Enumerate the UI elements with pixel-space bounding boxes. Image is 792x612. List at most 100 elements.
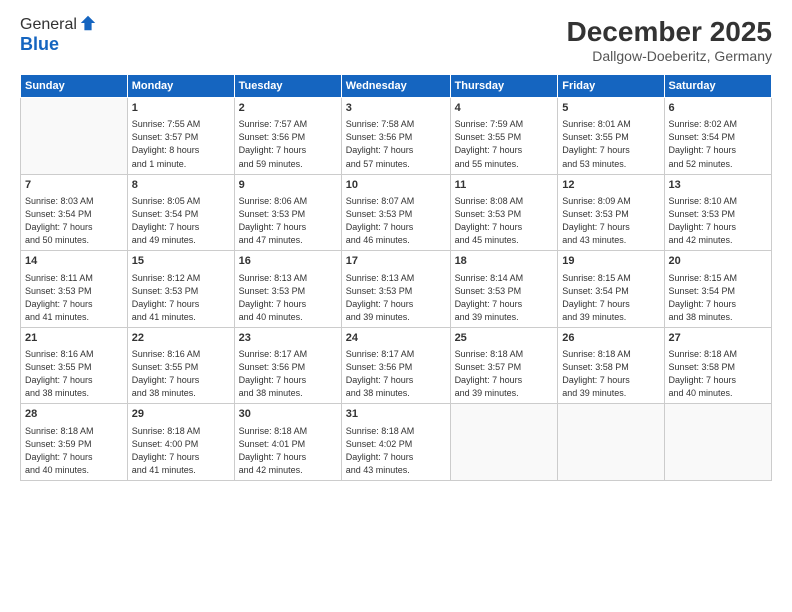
calendar-cell: 5 Sunrise: 8:01 AMSunset: 3:55 PMDaylight… [558,98,664,175]
day-info: Sunrise: 7:58 AMSunset: 3:56 PMDaylight:… [346,118,446,170]
day-info: Sunrise: 8:13 AMSunset: 3:53 PMDaylight:… [346,272,446,324]
day-number: 13 [669,178,767,193]
calendar-week-5: 28 Sunrise: 8:18 AMSunset: 3:59 PMDayligh… [21,404,772,481]
day-info: Sunrise: 8:15 AMSunset: 3:54 PMDaylight:… [669,272,767,324]
day-info: Sunrise: 8:09 AMSunset: 3:53 PMDaylight:… [562,195,659,247]
calendar-cell: 18 Sunrise: 8:14 AMSunset: 3:53 PMDayligh… [450,251,558,328]
day-number: 10 [346,178,446,193]
day-info: Sunrise: 7:59 AMSunset: 3:55 PMDaylight:… [455,118,554,170]
day-number: 25 [455,331,554,346]
calendar-cell: 19 Sunrise: 8:15 AMSunset: 3:54 PMDayligh… [558,251,664,328]
day-number: 15 [132,254,230,269]
day-info: Sunrise: 8:13 AMSunset: 3:53 PMDaylight:… [239,272,337,324]
calendar-cell [664,404,771,481]
day-number: 23 [239,331,337,346]
day-info: Sunrise: 8:18 AMSunset: 3:57 PMDaylight:… [455,348,554,400]
location-subtitle: Dallgow-Doeberitz, Germany [567,48,772,64]
th-thursday: Thursday [450,75,558,98]
day-info: Sunrise: 8:12 AMSunset: 3:53 PMDaylight:… [132,272,230,324]
calendar-cell: 16 Sunrise: 8:13 AMSunset: 3:53 PMDayligh… [234,251,341,328]
th-wednesday: Wednesday [341,75,450,98]
day-info: Sunrise: 8:18 AMSunset: 4:01 PMDaylight:… [239,425,337,477]
day-info: Sunrise: 8:17 AMSunset: 3:56 PMDaylight:… [346,348,446,400]
calendar-cell: 29 Sunrise: 8:18 AMSunset: 4:00 PMDayligh… [127,404,234,481]
day-info: Sunrise: 8:05 AMSunset: 3:54 PMDaylight:… [132,195,230,247]
calendar-cell: 28 Sunrise: 8:18 AMSunset: 3:59 PMDayligh… [21,404,128,481]
calendar-cell: 14 Sunrise: 8:11 AMSunset: 3:53 PMDayligh… [21,251,128,328]
calendar-cell [21,98,128,175]
day-number: 8 [132,178,230,193]
calendar-cell: 1 Sunrise: 7:55 AMSunset: 3:57 PMDaylight… [127,98,234,175]
day-info: Sunrise: 8:11 AMSunset: 3:53 PMDaylight:… [25,272,123,324]
day-number: 17 [346,254,446,269]
day-info: Sunrise: 8:15 AMSunset: 3:54 PMDaylight:… [562,272,659,324]
day-number: 29 [132,407,230,422]
day-info: Sunrise: 8:18 AMSunset: 3:59 PMDaylight:… [25,425,123,477]
day-number: 5 [562,101,659,116]
calendar-week-1: 1 Sunrise: 7:55 AMSunset: 3:57 PMDaylight… [21,98,772,175]
calendar-week-3: 14 Sunrise: 8:11 AMSunset: 3:53 PMDayligh… [21,251,772,328]
calendar-cell: 31Sunrise: 8:18 AMSunset: 4:02 PMDayligh… [341,404,450,481]
day-number: 20 [669,254,767,269]
day-info: Sunrise: 8:14 AMSunset: 3:53 PMDaylight:… [455,272,554,324]
day-info: Sunrise: 8:18 AMSunset: 3:58 PMDaylight:… [669,348,767,400]
day-number: 4 [455,101,554,116]
weekday-header-row: Sunday Monday Tuesday Wednesday Thursday… [21,75,772,98]
calendar-cell: 10 Sunrise: 8:07 AMSunset: 3:53 PMDayligh… [341,174,450,251]
calendar-week-4: 21 Sunrise: 8:16 AMSunset: 3:55 PMDayligh… [21,327,772,404]
th-friday: Friday [558,75,664,98]
day-info: Sunrise: 8:06 AMSunset: 3:53 PMDaylight:… [239,195,337,247]
header: General Blue December 2025 Dallgow-Doebe… [20,16,772,64]
day-number: 16 [239,254,337,269]
calendar-cell: 24Sunrise: 8:17 AMSunset: 3:56 PMDayligh… [341,327,450,404]
calendar-cell: 22 Sunrise: 8:16 AMSunset: 3:55 PMDayligh… [127,327,234,404]
day-number: 9 [239,178,337,193]
day-number: 22 [132,331,230,346]
calendar-cell: 4 Sunrise: 7:59 AMSunset: 3:55 PMDaylight… [450,98,558,175]
logo: General Blue [20,16,97,55]
calendar-cell: 21 Sunrise: 8:16 AMSunset: 3:55 PMDayligh… [21,327,128,404]
calendar-cell: 6 Sunrise: 8:02 AMSunset: 3:54 PMDaylight… [664,98,771,175]
calendar-cell: 12Sunrise: 8:09 AMSunset: 3:53 PMDayligh… [558,174,664,251]
day-info: Sunrise: 8:18 AMSunset: 4:00 PMDaylight:… [132,425,230,477]
day-number: 21 [25,331,123,346]
day-number: 7 [25,178,123,193]
page: General Blue December 2025 Dallgow-Doebe… [0,0,792,612]
calendar-cell: 13Sunrise: 8:10 AMSunset: 3:53 PMDayligh… [664,174,771,251]
day-info: Sunrise: 8:03 AMSunset: 3:54 PMDaylight:… [25,195,123,247]
day-number: 2 [239,101,337,116]
calendar-table: Sunday Monday Tuesday Wednesday Thursday… [20,74,772,481]
day-info: Sunrise: 8:16 AMSunset: 3:55 PMDaylight:… [25,348,123,400]
day-number: 18 [455,254,554,269]
day-number: 31 [346,407,446,422]
day-info: Sunrise: 8:02 AMSunset: 3:54 PMDaylight:… [669,118,767,170]
logo-general-text: General [20,16,77,34]
calendar-cell: 25 Sunrise: 8:18 AMSunset: 3:57 PMDayligh… [450,327,558,404]
th-tuesday: Tuesday [234,75,341,98]
day-info: Sunrise: 8:16 AMSunset: 3:55 PMDaylight:… [132,348,230,400]
day-number: 30 [239,407,337,422]
calendar-cell: 26Sunrise: 8:18 AMSunset: 3:58 PMDayligh… [558,327,664,404]
calendar-cell: 11Sunrise: 8:08 AMSunset: 3:53 PMDayligh… [450,174,558,251]
logo-blue-text: Blue [20,34,59,54]
day-info: Sunrise: 8:07 AMSunset: 3:53 PMDaylight:… [346,195,446,247]
day-number: 3 [346,101,446,116]
day-info: Sunrise: 8:01 AMSunset: 3:55 PMDaylight:… [562,118,659,170]
th-saturday: Saturday [664,75,771,98]
calendar-cell: 15 Sunrise: 8:12 AMSunset: 3:53 PMDayligh… [127,251,234,328]
calendar-cell: 20 Sunrise: 8:15 AMSunset: 3:54 PMDayligh… [664,251,771,328]
day-number: 27 [669,331,767,346]
logo-icon [79,14,97,32]
day-number: 1 [132,101,230,116]
month-title: December 2025 [567,16,772,48]
calendar-cell: 30 Sunrise: 8:18 AMSunset: 4:01 PMDayligh… [234,404,341,481]
th-sunday: Sunday [21,75,128,98]
th-monday: Monday [127,75,234,98]
day-number: 28 [25,407,123,422]
calendar-cell: 7 Sunrise: 8:03 AMSunset: 3:54 PMDaylight… [21,174,128,251]
day-number: 14 [25,254,123,269]
day-info: Sunrise: 8:17 AMSunset: 3:56 PMDaylight:… [239,348,337,400]
day-number: 6 [669,101,767,116]
day-number: 19 [562,254,659,269]
day-info: Sunrise: 7:55 AMSunset: 3:57 PMDaylight:… [132,118,230,170]
